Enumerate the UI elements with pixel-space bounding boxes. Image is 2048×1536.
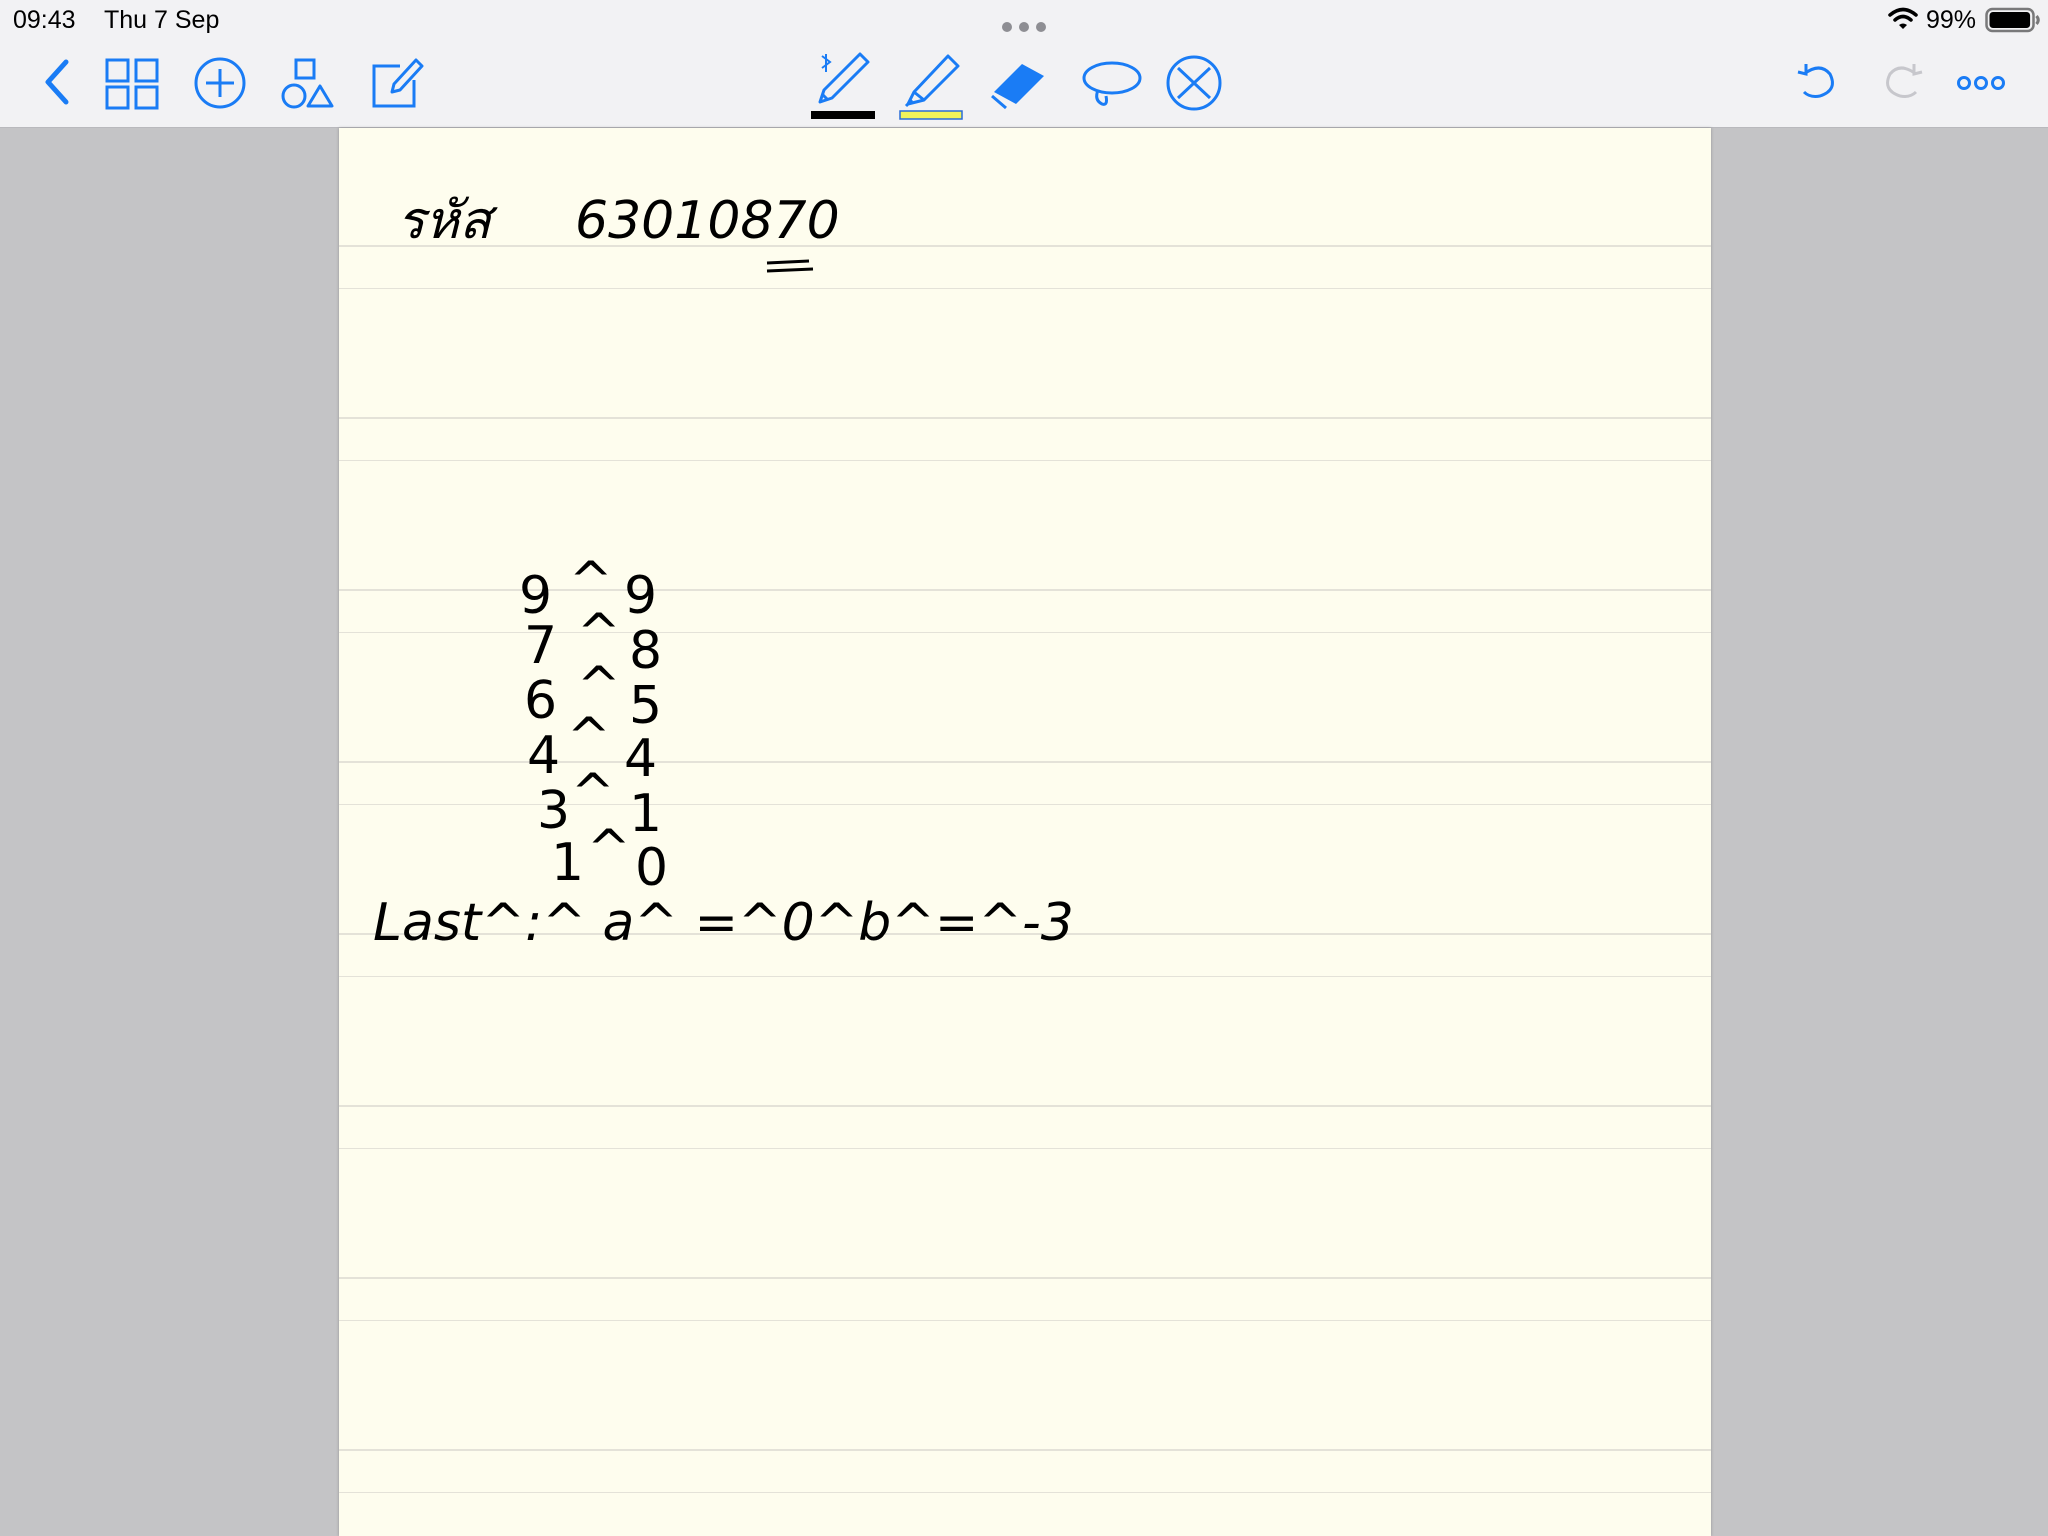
handwriting-layer: รหัส 63010870 9 ^ 9 7 ^ 8 6 ^ 5 4 ^ 4 3 … xyxy=(373,191,1074,953)
row-left: 7 xyxy=(524,616,557,676)
highlighter-tool[interactable] xyxy=(896,48,966,120)
more-button[interactable] xyxy=(1956,52,2006,112)
row-op: ^ xyxy=(577,603,621,663)
battery-percent: 99% xyxy=(1926,6,1977,34)
pen-icon xyxy=(811,52,875,119)
eraser-tool[interactable] xyxy=(986,52,1056,112)
row-left: 3 xyxy=(537,781,570,841)
pen-tool[interactable] xyxy=(808,48,878,120)
row-right: 0 xyxy=(635,838,668,898)
double-underline xyxy=(766,259,814,273)
row-right: 1 xyxy=(629,784,662,844)
shapes-icon xyxy=(281,58,334,109)
last-line: Last^:^ a^ =^0^b^=^-3 xyxy=(373,893,1074,953)
back-chevron-icon xyxy=(45,59,69,105)
redo-button[interactable] xyxy=(1882,52,1926,112)
row-op: ^ xyxy=(587,819,631,879)
lasso-tool[interactable] xyxy=(1076,52,1146,112)
redo-icon xyxy=(1886,64,1923,98)
edit-icon xyxy=(372,58,424,108)
row-left: 4 xyxy=(527,726,560,786)
status-date: Thu 7 Sep xyxy=(104,6,220,34)
toolbar xyxy=(0,40,2048,128)
add-page-button[interactable] xyxy=(192,52,248,112)
grid-icon xyxy=(105,58,159,110)
row-left: 6 xyxy=(524,671,557,731)
lasso-icon xyxy=(1082,61,1142,106)
multitasking-dots-icon[interactable] xyxy=(1000,12,1048,41)
undo-button[interactable] xyxy=(1794,52,1838,112)
row-right: 9 xyxy=(624,566,657,626)
note-page[interactable]: รหัส 63010870 9 ^ 9 7 ^ 8 6 ^ 5 4 ^ 4 3 … xyxy=(339,128,1711,1536)
battery-icon xyxy=(1985,7,2041,40)
highlighter-icon xyxy=(899,54,963,120)
row-right: 8 xyxy=(629,621,662,681)
more-icon xyxy=(1957,76,2005,90)
back-button[interactable] xyxy=(42,52,72,112)
row-op: ^ xyxy=(569,551,613,611)
wifi-icon xyxy=(1888,6,1918,37)
row-right: 5 xyxy=(629,676,662,736)
shapes-button[interactable] xyxy=(280,52,336,112)
add-circle-icon xyxy=(194,57,246,109)
status-bar: 09:43 Thu 7 Sep 99% xyxy=(0,0,2048,40)
undo-icon xyxy=(1797,64,1834,98)
student-id: 63010870 xyxy=(575,191,840,251)
notes-app: 09:43 Thu 7 Sep 99% รหัส 63010870 9 ^ 9 … xyxy=(0,0,2048,1536)
row-op: ^ xyxy=(571,763,615,823)
disable-touch-button[interactable] xyxy=(1162,52,1226,112)
text-edit-button[interactable] xyxy=(370,52,426,112)
status-time: 09:43 xyxy=(13,6,76,34)
row-right: 4 xyxy=(624,729,657,789)
close-circle-icon xyxy=(1166,55,1222,111)
page-grid-button[interactable] xyxy=(104,52,160,112)
row-op: ^ xyxy=(567,707,611,767)
eraser-icon xyxy=(991,64,1044,110)
canvas-area[interactable]: รหัส 63010870 9 ^ 9 7 ^ 8 6 ^ 5 4 ^ 4 3 … xyxy=(0,128,2048,1536)
header-label: รหัส xyxy=(397,191,498,251)
row-left: 1 xyxy=(551,833,584,893)
